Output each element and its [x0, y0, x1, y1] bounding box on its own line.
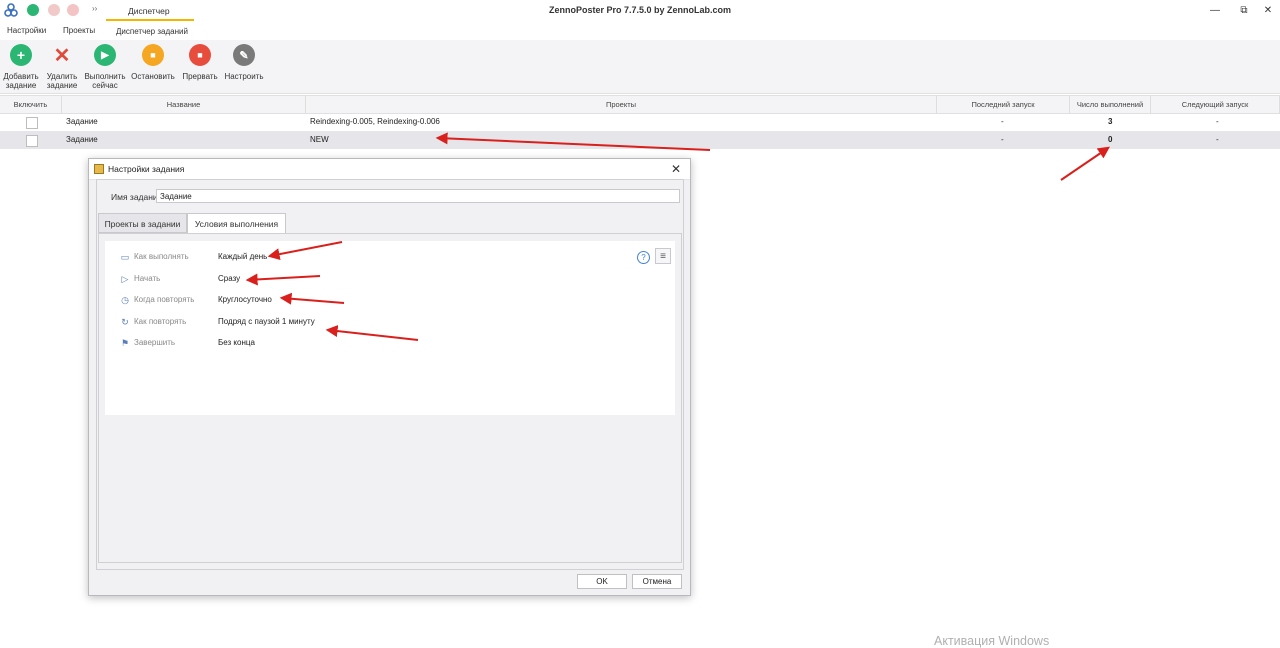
toolbar: + Добавить задание ✕ Удалить задание ▶ В… [0, 40, 1280, 94]
dialog-title-bar: Настройки задания ✕ [89, 159, 690, 180]
table-row[interactable]: Задание Reindexing-0.005, Reindexing-0.0… [0, 113, 1280, 131]
task-name-field[interactable]: Задание [156, 189, 680, 203]
configure-button[interactable]: ✎ Настроить [221, 44, 267, 81]
abort-label: Прервать [182, 72, 218, 81]
dialog-title: Настройки задания [108, 164, 185, 174]
tab-run-conditions[interactable]: Условия выполнения [187, 213, 286, 234]
enable-checkbox[interactable] [26, 135, 38, 147]
run-now-button[interactable]: ▶ Выполнить сейчас [82, 44, 128, 90]
condition-label: Когда повторять [134, 295, 195, 304]
dialog-close-button[interactable]: ✕ [671, 162, 681, 176]
menu-settings[interactable]: Настройки [7, 26, 46, 35]
col-projects[interactable]: Проекты [306, 96, 937, 113]
abort-icon: ■ [189, 44, 211, 66]
delete-task-label: Удалить задание [46, 72, 78, 90]
grid-header: Включить Название Проекты Последний запу… [0, 95, 1280, 114]
task-projects: NEW [310, 135, 329, 144]
minimize-button[interactable]: — [1208, 5, 1222, 16]
task-last-run: - [1001, 135, 1004, 144]
play-icon: ▷ [121, 274, 129, 284]
condition-how-to-run[interactable]: ▭ Как выполнять Каждый день [105, 249, 675, 265]
condition-value[interactable]: Каждый день [218, 252, 267, 261]
condition-value[interactable]: Подряд с паузой 1 минуту [218, 317, 315, 326]
add-task-label: Добавить задание [3, 72, 39, 90]
task-name: Задание [66, 135, 98, 144]
condition-label: Как повторять [134, 317, 187, 326]
abort-button[interactable]: ■ Прервать [177, 44, 223, 81]
close-window-button[interactable]: ✕ [1261, 5, 1275, 16]
ok-button[interactable]: OK [577, 574, 627, 589]
stop-button[interactable]: ■ Остановить [130, 44, 176, 81]
play-icon: ▶ [94, 44, 116, 66]
arrow-to-run-count [1060, 146, 1110, 181]
task-next-run: - [1216, 135, 1219, 144]
delete-task-button[interactable]: ✕ Удалить задание [39, 44, 85, 91]
col-name[interactable]: Название [62, 96, 306, 113]
condition-finish[interactable]: ⚑ Завершить Без конца [105, 335, 675, 351]
windows-activation-watermark: Активация Windows [934, 634, 1050, 648]
tab-projects-in-task[interactable]: Проекты в задании [98, 213, 187, 233]
finish-flag-icon: ⚑ [120, 338, 130, 348]
repeat-icon: ↻ [121, 317, 129, 327]
stop-icon: ■ [142, 44, 164, 66]
stopwatch-icon: ◷ [121, 295, 129, 305]
task-last-run: - [1001, 117, 1004, 126]
task-name: Задание [66, 117, 98, 126]
app-title: ZennoPoster Pro 7.7.5.0 by ZennoLab.com [548, 5, 732, 15]
stop-label: Остановить [131, 72, 175, 81]
task-settings-dialog: Настройки задания ✕ Имя задания: Задание… [88, 158, 691, 596]
menu-task-dispatcher-label: Диспетчер заданий [116, 27, 188, 36]
task-run-count: 0 [1108, 135, 1113, 144]
settings-window-icon [94, 164, 104, 174]
condition-start[interactable]: ▷ Начать Сразу [105, 271, 675, 287]
calendar-icon: ▭ [120, 252, 130, 262]
condition-label: Как выполнять [134, 252, 189, 261]
menu-projects[interactable]: Проекты [63, 26, 95, 35]
enable-checkbox[interactable] [26, 117, 38, 129]
conditions-list: ? ≡ ▭ Как выполнять Каждый день ▷ Начать… [105, 241, 675, 415]
add-task-button[interactable]: + Добавить задание [0, 44, 44, 90]
condition-label: Завершить [134, 338, 176, 347]
condition-label: Начать [134, 274, 161, 283]
col-next-run[interactable]: Следующий запуск [1151, 96, 1280, 113]
col-enable[interactable]: Включить [0, 96, 62, 113]
run-now-label: Выполнить сейчас [84, 72, 126, 90]
pencil-icon: ✎ [233, 44, 255, 66]
condition-value[interactable]: Без конца [218, 338, 255, 347]
menu-task-dispatcher[interactable]: Диспетчер заданий [106, 19, 194, 40]
cancel-button[interactable]: Отмена [632, 574, 682, 589]
condition-value[interactable]: Сразу [218, 274, 240, 283]
configure-label: Настроить [224, 72, 264, 81]
condition-how-repeat[interactable]: ↻ Как повторять Подряд с паузой 1 минуту [105, 314, 675, 330]
condition-value[interactable]: Круглосуточно [218, 295, 272, 304]
task-run-count: 3 [1108, 117, 1113, 126]
add-icon: + [10, 44, 32, 66]
conditions-panel: ? ≡ ▭ Как выполнять Каждый день ▷ Начать… [98, 233, 682, 563]
table-row[interactable]: Задание NEW - 0 - [0, 131, 1280, 149]
col-run-count[interactable]: Число выполнений [1070, 96, 1151, 113]
task-next-run: - [1216, 117, 1219, 126]
title-bar: ›› Диспетчер ZennoPoster Pro 7.7.5.0 by … [0, 0, 1280, 20]
restore-button[interactable]: ⧉ [1237, 5, 1251, 16]
col-last-run[interactable]: Последний запуск [937, 96, 1070, 113]
condition-when-repeat[interactable]: ◷ Когда повторять Круглосуточно [105, 292, 675, 308]
delete-icon: ✕ [53, 44, 71, 67]
task-projects: Reindexing-0.005, Reindexing-0.006 [310, 117, 440, 126]
